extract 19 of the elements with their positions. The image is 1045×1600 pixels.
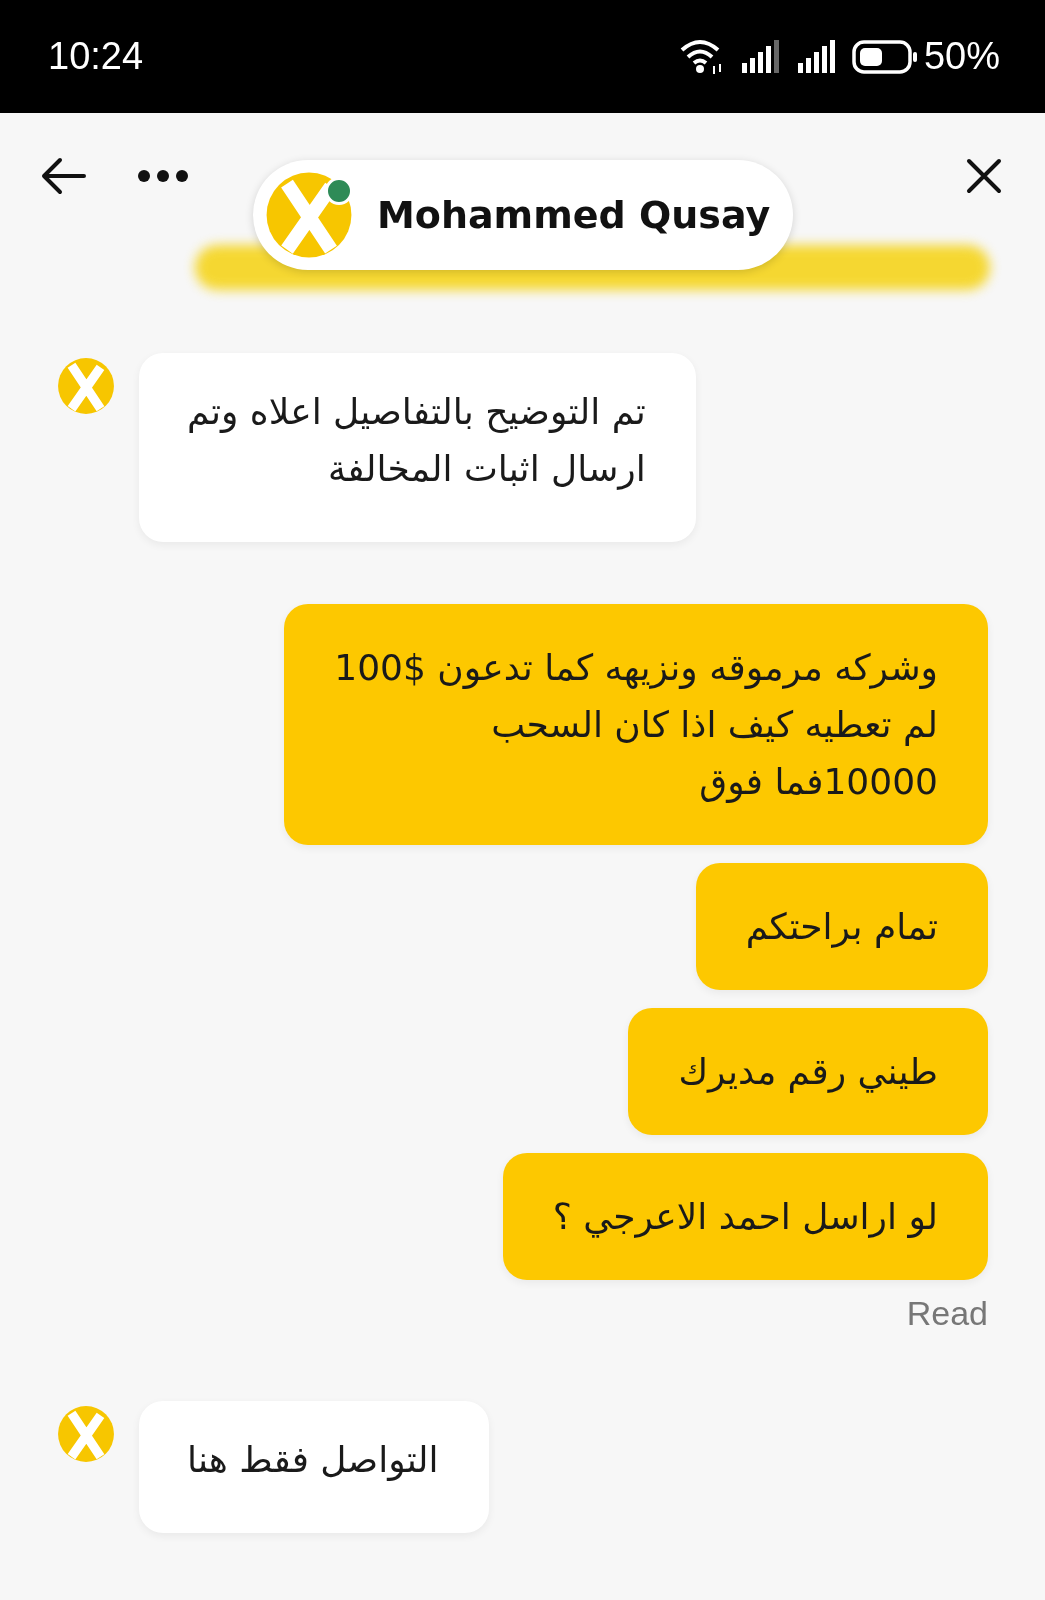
message-bubble: لو اراسل احمد الاعرجي ؟ (502, 1153, 988, 1280)
avatar-icon (57, 1405, 115, 1463)
avatar-icon (57, 357, 115, 415)
more-icon[interactable] (137, 169, 189, 183)
battery-percent: 50% (923, 35, 1000, 78)
back-arrow-icon[interactable] (40, 156, 86, 196)
battery-icon (851, 39, 918, 74)
close-icon[interactable] (966, 158, 1002, 194)
contact-name: Mohammed Qusay (377, 193, 771, 237)
message-bubble: تم التوضيح بالتفاصيل اعلاه وتم ارسال اثبات المخالفة (139, 353, 696, 542)
clock-time: 10:24 (48, 35, 144, 78)
message-bubble: تمام براحتكم (695, 863, 988, 990)
message-bubble: طيني رقم مديرك (628, 1008, 988, 1135)
message-bubble: التواصل فقط هنا (139, 1401, 489, 1533)
read-receipt: Read (906, 1294, 988, 1333)
signal-icon (739, 38, 782, 75)
signal-icon (795, 38, 838, 75)
message-bubble: وشركه مرموقه ونزيهه كما تدعون $100 لم تعطيه كيف اذا كان السحب 10000فما فوق (284, 604, 988, 845)
avatar-icon (265, 171, 353, 259)
